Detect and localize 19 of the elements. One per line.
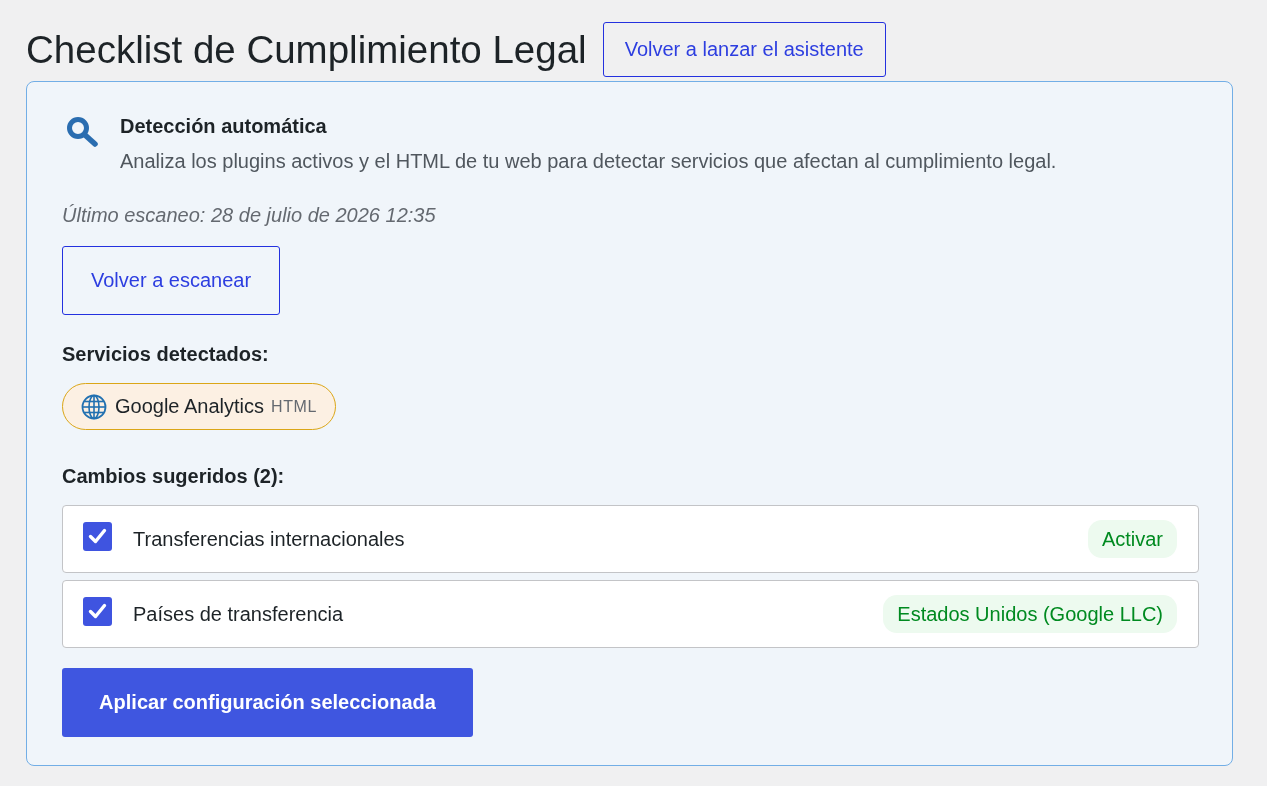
checkbox[interactable]	[83, 522, 112, 551]
changes-heading: Cambios sugeridos (2):	[62, 464, 285, 489]
section-description: Analiza los plugins activos y el HTML de tu web para detectar servicios que afectan al cumplimiento legal.	[120, 149, 1057, 174]
apply-button[interactable]: Aplicar configuración seleccionada	[62, 668, 473, 737]
section-title: Detección automática	[120, 114, 328, 139]
last-scan-text: Último escaneo: 28 de julio de 2026 12:35	[62, 203, 436, 228]
rescan-button[interactable]: Volver a escanear	[62, 246, 281, 315]
page-title: Checklist de Cumplimiento Legal	[26, 26, 587, 73]
globe-icon	[81, 393, 107, 420]
suggested-value-badge: Activar	[1087, 520, 1177, 558]
change-label: Países de transferencia	[133, 602, 345, 626]
search-icon	[66, 116, 98, 147]
suggested-value-badge: Estados Unidos (Google LLC)	[883, 595, 1177, 633]
service-name: Google Analytics	[115, 395, 264, 418]
service-source: HTML	[271, 397, 317, 416]
change-label: Transferencias internacionales	[133, 527, 406, 551]
checkbox[interactable]	[83, 597, 112, 626]
relaunch-wizard-button[interactable]: Volver a lanzar el asistente	[602, 22, 886, 77]
services-heading: Servicios detectados:	[62, 342, 269, 367]
